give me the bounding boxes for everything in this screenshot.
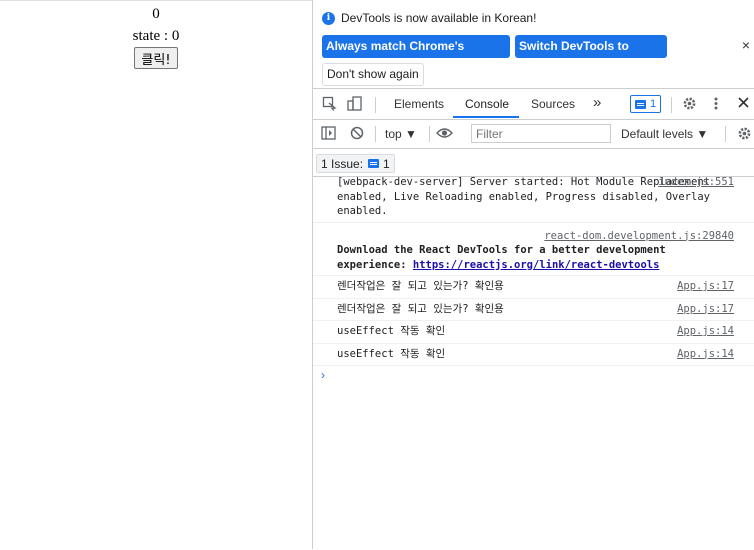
source-link[interactable]: index.js:551 [658,175,734,190]
devtools-panel: i DevTools is now available in Korean! A… [312,0,754,549]
state-text: state : 0 [132,28,180,44]
inspect-element-icon[interactable] [322,96,337,114]
issues-badge[interactable]: 1 [630,95,662,113]
more-tabs-icon[interactable]: » [593,94,601,111]
click-button[interactable]: 클릭! [134,47,178,69]
console-message: 렌더작업은 잘 되고 있는가? 확인용 App.js:17 [313,276,754,299]
clear-console-icon[interactable] [350,126,364,143]
react-devtools-link[interactable]: https://reactjs.org/link/react-devtools [413,259,660,271]
tab-sources[interactable]: Sources [531,97,575,111]
console-messages: index.js:551 [webpack-dev-server] Server… [313,172,754,386]
log-levels-select[interactable]: Default levels ▼ [621,127,708,141]
more-options-icon[interactable] [713,96,719,114]
message-icon [368,159,380,168]
page-content: 0 state : 0 클릭! [0,0,312,550]
source-link[interactable]: App.js:17 [677,302,734,317]
settings-gear-icon[interactable] [682,96,697,114]
source-link[interactable]: App.js:14 [677,324,734,339]
source-link[interactable]: App.js:14 [677,347,734,362]
device-toolbar-icon[interactable] [347,96,362,114]
context-select[interactable]: top ▼ [385,127,417,141]
console-message: useEffect 작동 확인 App.js:14 [313,321,754,344]
switch-to-korean-button[interactable]: Switch DevTools to Korean [515,35,667,76]
console-message: 렌더작업은 잘 되고 있는가? 확인용 App.js:17 [313,299,754,321]
match-language-button[interactable]: Always match Chrome's language [322,35,510,76]
language-infobar: i DevTools is now available in Korean! A… [313,0,754,89]
message-icon [635,99,646,109]
close-icon[interactable]: × [742,37,750,53]
console-message: react-dom.development.js:29840 Download … [313,223,754,276]
source-link[interactable]: react-dom.development.js:29840 [337,229,734,244]
console-settings-gear-icon[interactable] [737,126,752,144]
console-prompt-row[interactable]: › [313,366,754,386]
infobar-message: DevTools is now available in Korean! [341,11,537,25]
active-tab-indicator [453,116,519,118]
info-icon: i [322,11,335,25]
eye-icon[interactable] [436,126,453,143]
tab-elements[interactable]: Elements [394,97,444,111]
close-devtools-icon[interactable] [737,96,750,112]
dont-show-again-button[interactable]: Don't show again [322,63,424,86]
sidebar-toggle-icon[interactable] [321,126,336,143]
counter-value: 0 [152,6,160,22]
devtools-tabbar: Elements Console Sources » 1 [313,89,754,120]
console-message: useEffect 작동 확인 App.js:14 [313,344,754,366]
console-toolbar: top ▼ Default levels ▼ [313,120,754,149]
tab-console[interactable]: Console [465,97,509,111]
console-message: index.js:551 [webpack-dev-server] Server… [313,172,754,223]
source-link[interactable]: App.js:17 [677,279,734,294]
issues-button[interactable]: 1 Issue: 1 [316,154,395,173]
console-prompt: › [321,368,325,382]
filter-input[interactable] [471,124,611,143]
